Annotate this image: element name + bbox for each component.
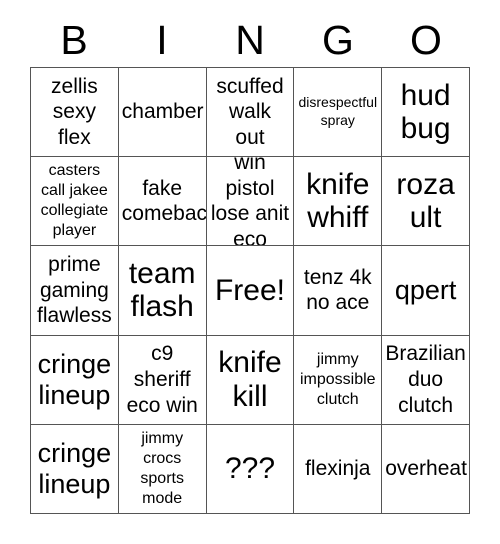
bingo-cell-label: qpert <box>394 275 457 306</box>
bingo-header-letter-o: O <box>410 17 442 63</box>
bingo-cell-g1[interactable]: disrespectful spray <box>294 68 383 158</box>
bingo-cell-label: jimmy impossible clutch <box>299 350 376 408</box>
bingo-grid: zellis sexy flex chamber scuffed walk ou… <box>30 67 470 514</box>
bingo-cell-label: disrespectful spray <box>298 94 378 129</box>
bingo-cell-b3[interactable]: prime gaming flawless <box>31 246 119 336</box>
bingo-cell-i4[interactable]: c9 sheriff eco win <box>118 335 207 425</box>
bingo-cell-o5[interactable]: overheat <box>382 424 470 514</box>
bingo-cell-label: flexinja <box>305 457 371 481</box>
bingo-free-space-label: Free! <box>214 273 285 307</box>
bingo-cell-label: cringe lineup <box>37 438 112 499</box>
bingo-cell-i5[interactable]: jimmy crocs sports mode <box>118 424 207 514</box>
bingo-cell-o1[interactable]: hud bug <box>382 68 470 158</box>
bingo-cell-b1[interactable]: zellis sexy flex <box>31 68 119 158</box>
bingo-cell-label: Brazilian duo clutch <box>385 342 466 417</box>
bingo-cell-b5[interactable]: cringe lineup <box>31 424 119 514</box>
bingo-cell-label: jimmy crocs sports mode <box>140 429 184 507</box>
bingo-cell-label: roza ult <box>396 167 455 235</box>
bingo-header-row: B I N G O <box>30 14 470 67</box>
bingo-cell-i1[interactable]: chamber <box>118 68 207 158</box>
bingo-cell-o4[interactable]: Brazilian duo clutch <box>382 335 470 425</box>
bingo-cell-label: scuffed walk out <box>216 74 284 149</box>
bingo-header-letter-b: B <box>60 17 88 63</box>
bingo-cell-label: tenz 4k no ace <box>303 265 372 315</box>
bingo-cell-label: win pistol lose anit eco <box>210 157 290 247</box>
bingo-cell-label: overheat <box>385 457 467 481</box>
bingo-cell-b2[interactable]: casters call jakee collegiate player <box>31 157 119 247</box>
bingo-cell-n1[interactable]: scuffed walk out <box>206 68 295 158</box>
bingo-cell-label: knife whiff <box>306 167 370 235</box>
bingo-cell-label: team flash <box>128 256 196 324</box>
bingo-card: B I N G O zellis sexy flex chamber scuff… <box>0 0 500 544</box>
bingo-cell-n5[interactable]: ??? <box>206 424 295 514</box>
bingo-cell-label: hud bug <box>400 78 451 146</box>
bingo-cell-b4[interactable]: cringe lineup <box>31 335 119 425</box>
bingo-cell-g3[interactable]: tenz 4k no ace <box>294 246 383 336</box>
bingo-header-letter-n: N <box>235 17 265 63</box>
bingo-cell-label: prime gaming flawless <box>37 253 112 328</box>
bingo-header-letter-i: I <box>156 17 168 63</box>
bingo-cell-g4[interactable]: jimmy impossible clutch <box>294 335 383 425</box>
bingo-cell-i2[interactable]: fake comeback <box>118 157 207 247</box>
bingo-cell-n2[interactable]: win pistol lose anit eco <box>206 157 295 247</box>
bingo-cell-label: ??? <box>224 452 276 486</box>
bingo-cell-label: cringe lineup <box>37 348 112 410</box>
bingo-cell-label: c9 sheriff eco win <box>126 342 198 417</box>
bingo-cell-free-space[interactable]: Free! <box>206 246 295 336</box>
bingo-cell-label: chamber <box>121 100 204 124</box>
bingo-cell-n4[interactable]: knife kill <box>206 335 295 425</box>
bingo-cell-g5[interactable]: flexinja <box>294 424 383 514</box>
bingo-cell-label: zellis sexy flex <box>51 74 98 149</box>
bingo-cell-label: knife kill <box>218 346 282 413</box>
bingo-cell-o3[interactable]: qpert <box>382 246 470 336</box>
bingo-cell-o2[interactable]: roza ult <box>382 157 470 247</box>
bingo-cell-label: casters call jakee collegiate player <box>40 162 109 240</box>
bingo-cell-label: fake comeback <box>121 176 207 226</box>
bingo-cell-i3[interactable]: team flash <box>118 246 207 336</box>
bingo-cell-g2[interactable]: knife whiff <box>294 157 383 247</box>
bingo-header-letter-g: G <box>322 17 354 63</box>
